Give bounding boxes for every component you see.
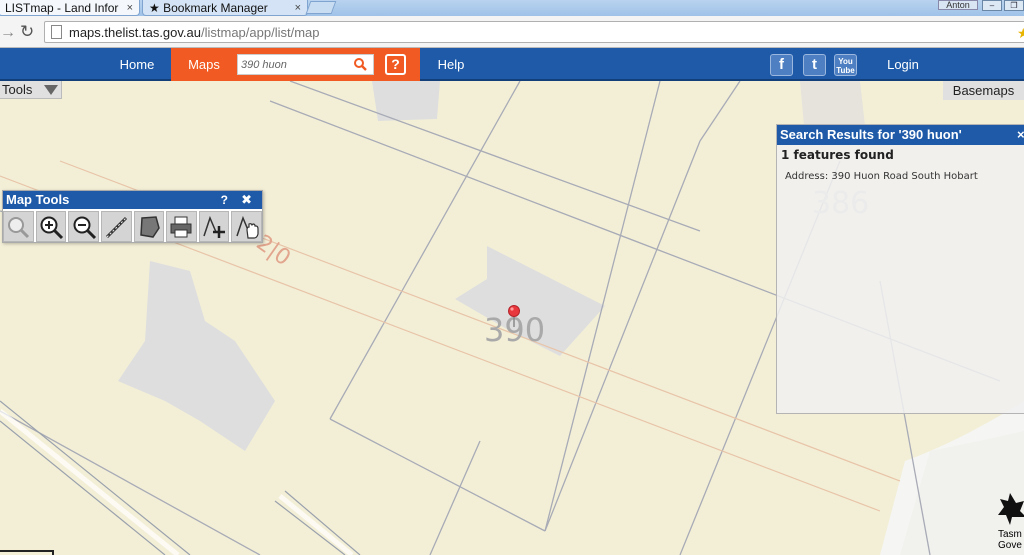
add-annotation-icon — [203, 215, 226, 238]
minimize-button[interactable]: – — [982, 0, 1002, 11]
search-results-header[interactable]: Search Results for '390 huon' × — [777, 125, 1024, 145]
measure-tool-button[interactable] — [100, 211, 132, 242]
bookmark-star-icon[interactable]: ★ — [1017, 25, 1024, 42]
pan-hand-button[interactable] — [231, 211, 262, 242]
zoom-in-button[interactable] — [35, 211, 67, 242]
new-tab-button[interactable] — [305, 1, 337, 14]
add-annotation-button[interactable] — [198, 211, 230, 242]
close-icon[interactable]: × — [1017, 125, 1024, 145]
forward-arrow-icon[interactable]: → — [0, 24, 16, 42]
polygon-tool-icon — [140, 215, 160, 238]
search-input[interactable] — [238, 55, 348, 74]
logo-text: Tasm Gove — [998, 529, 1022, 551]
restore-button[interactable]: ❐ — [1004, 0, 1024, 11]
zoom-in-icon — [40, 216, 63, 239]
url-path: /listmap/app/list/map — [201, 25, 320, 40]
facebook-icon[interactable]: f — [770, 54, 793, 76]
identify-tool-button[interactable] — [3, 211, 34, 242]
zoom-out-button[interactable] — [68, 211, 99, 242]
screen: LISTmap - Land Infor × ★ Bookmark Manage… — [0, 0, 1024, 555]
nav-home[interactable]: Home — [104, 48, 170, 81]
nav-help[interactable]: Help — [418, 48, 484, 81]
search-results-panel: Search Results for '390 huon' × 1 featur… — [776, 124, 1024, 414]
map-tools-title: Map Tools — [6, 192, 70, 207]
profile-badge[interactable]: Anton — [938, 0, 978, 10]
pan-hand-icon — [235, 215, 259, 239]
close-icon[interactable]: ✖ — [241, 191, 252, 209]
print-icon — [170, 216, 192, 237]
dropdown-triangle-icon — [44, 85, 58, 95]
location-pin-icon[interactable] — [507, 305, 521, 327]
url-host: maps.thelist.tas.gov.au — [69, 25, 201, 40]
tools-dropdown[interactable]: Tools — [0, 81, 62, 99]
address-bar: → ↻ maps.thelist.tas.gov.au/listmap/app/… — [0, 16, 1024, 48]
polygon-tool-button[interactable] — [133, 211, 165, 242]
site-nav: Home Maps ? Help f t You Tube Login — [0, 48, 1024, 81]
nav-login[interactable]: Login — [872, 48, 934, 81]
basemaps-button[interactable]: Basemaps — [943, 81, 1024, 100]
page-icon — [51, 25, 62, 39]
window-controls: – ❐ — [982, 0, 1024, 11]
measure-tool-icon — [106, 216, 128, 238]
tab-label: ★ Bookmark Manager — [149, 0, 268, 15]
twitter-icon[interactable]: t — [803, 54, 826, 76]
results-count: 1 features found — [781, 148, 894, 162]
identify-tool-icon — [8, 216, 30, 238]
url-text: maps.thelist.tas.gov.au/listmap/app/list… — [69, 25, 320, 40]
tab-label: LISTmap - Land Infor — [5, 0, 119, 15]
tasmanian-government-logo: Tasm Gove — [990, 489, 1024, 555]
tools-label: Tools — [2, 82, 33, 97]
search-box — [237, 54, 374, 75]
map-tools-panel: Map Tools ? ✖ — [2, 190, 263, 243]
tab-listmap[interactable]: LISTmap - Land Infor × — [0, 0, 140, 16]
search-help-icon[interactable]: ? — [385, 54, 406, 75]
help-icon[interactable]: ? — [221, 191, 228, 209]
result-address-link[interactable]: Address: 390 Huon Road South Hobart — [777, 162, 1024, 182]
url-field[interactable]: maps.thelist.tas.gov.au/listmap/app/list… — [44, 21, 1024, 43]
map-tools-header[interactable]: Map Tools ? ✖ — [3, 191, 262, 209]
tab-close-icon[interactable]: × — [295, 2, 301, 14]
youtube-icon[interactable]: You Tube — [834, 54, 857, 76]
print-button[interactable] — [166, 211, 197, 242]
search-icon[interactable] — [353, 57, 367, 71]
map-canvas[interactable]: 390 386 2|0 Tools Basemaps Map Tools ? ✖ — [0, 81, 1024, 555]
tab-bookmark-manager[interactable]: ★ Bookmark Manager × — [142, 0, 308, 16]
map-tools-row — [3, 209, 262, 242]
tab-close-icon[interactable]: × — [127, 2, 133, 14]
scale-bar — [0, 550, 54, 555]
search-area: ? — [237, 48, 420, 81]
tasmania-logo-icon — [998, 493, 1024, 525]
search-results-title: Search Results for '390 huon' — [780, 127, 962, 142]
browser-tab-strip: LISTmap - Land Infor × ★ Bookmark Manage… — [0, 0, 1024, 16]
zoom-out-icon — [73, 216, 96, 239]
nav-maps[interactable]: Maps — [171, 48, 237, 81]
reload-icon[interactable]: ↻ — [20, 22, 34, 42]
